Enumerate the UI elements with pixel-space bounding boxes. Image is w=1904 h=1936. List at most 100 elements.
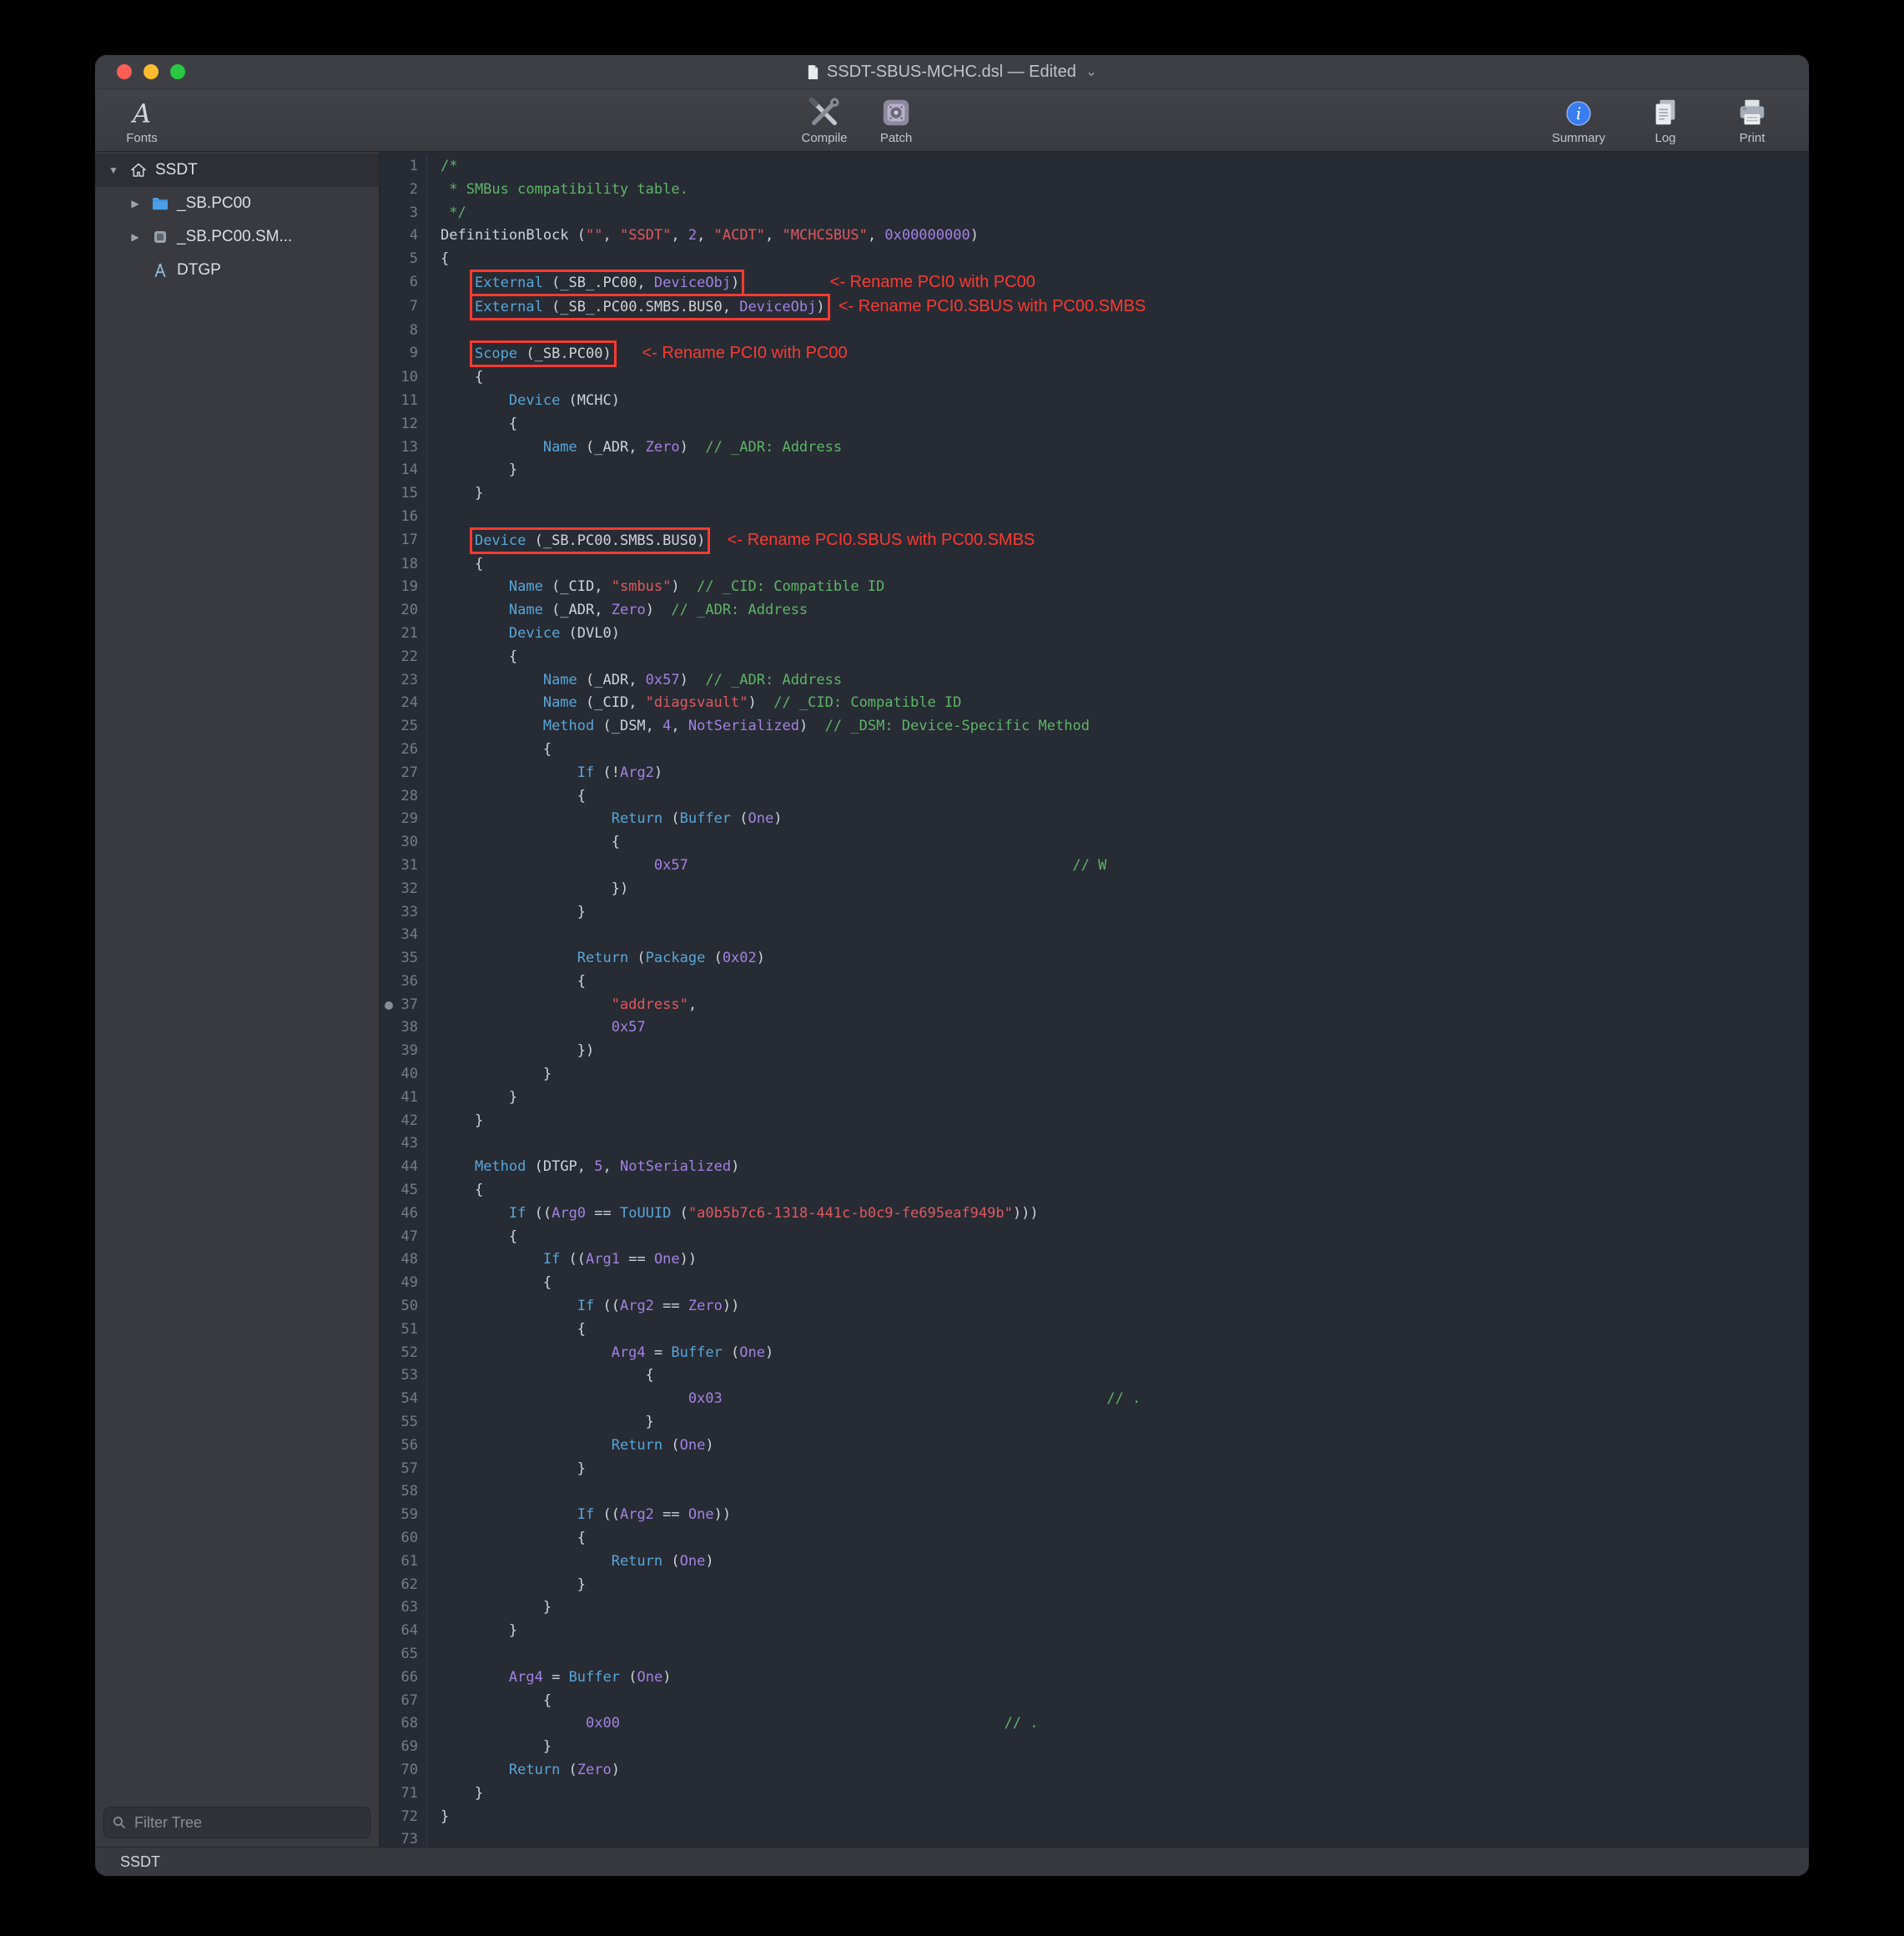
- code-token: [705, 532, 722, 549]
- traffic-lights: [117, 55, 185, 88]
- code-content: If ((Arg2 == Zero)): [441, 1295, 1809, 1318]
- code-line: 69 }: [380, 1736, 1809, 1759]
- line-number: 14: [380, 459, 427, 482]
- code-token: [441, 1344, 612, 1361]
- filter-tree-field[interactable]: [103, 1807, 370, 1838]
- code-token: // W: [1072, 857, 1106, 874]
- code-token: [441, 1298, 577, 1314]
- summary-button[interactable]: i Summary: [1552, 93, 1605, 145]
- code-token: {: [577, 788, 586, 804]
- code-content: Arg4 = Buffer (One): [441, 1342, 1809, 1365]
- code-token: Arg2: [620, 764, 654, 781]
- sidebar-item-label: SSDT: [155, 161, 198, 179]
- code-token: [441, 1367, 646, 1384]
- code-token: [441, 299, 475, 315]
- code-line: 29 Return (Buffer (One): [380, 808, 1809, 831]
- line-number: 20: [380, 599, 427, 623]
- fonts-button[interactable]: A Fonts: [115, 93, 169, 145]
- code-token: [441, 810, 612, 827]
- code-editor[interactable]: 1/*2 * SMBus compatibility table.3 */4De…: [380, 152, 1809, 1847]
- code-token: Return: [612, 810, 662, 827]
- code-content: Device (MCHC): [441, 390, 1809, 413]
- sidebar-item-sb-pc00-sm[interactable]: ▶_SB.PC00.SM...: [95, 220, 379, 254]
- window-title: SSDT-SBUS-MCHC.dsl — Edited: [827, 63, 1076, 82]
- line-number: 44: [380, 1156, 427, 1179]
- code-line: 18 {: [380, 553, 1809, 577]
- minimize-window-button[interactable]: [144, 64, 159, 79]
- code-token: [441, 788, 577, 804]
- code-token: ,: [603, 1158, 620, 1175]
- disclosure-triangle-icon[interactable]: ▶: [127, 231, 144, 243]
- zoom-window-button[interactable]: [170, 64, 185, 79]
- code-token: [441, 1158, 475, 1175]
- code-token: DeviceObj: [654, 275, 731, 291]
- code-token: External: [475, 299, 543, 315]
- code-token: [441, 857, 654, 874]
- red-annotation-box: Device (_SB.PC00.SMBS.BUS0): [475, 532, 705, 549]
- compile-button[interactable]: Compile: [798, 93, 851, 145]
- code-line: 17 Device (_SB.PC00.SMBS.BUS0) <- Rename…: [380, 529, 1809, 553]
- line-number: 12: [380, 413, 427, 436]
- code-token: [441, 1089, 509, 1106]
- close-window-button[interactable]: [117, 64, 132, 79]
- patch-button[interactable]: Patch: [869, 93, 923, 145]
- line-number: 49: [380, 1272, 427, 1295]
- line-number: 63: [380, 1596, 427, 1620]
- code-content: }: [441, 1411, 1809, 1434]
- line-number: 32: [380, 878, 427, 901]
- disclosure-triangle-icon[interactable]: ▶: [127, 198, 144, 209]
- code-content: 0x57: [441, 1016, 1809, 1040]
- code-content: Name (_ADR, 0x57) // _ADR: Address: [441, 669, 1809, 693]
- sidebar-item-dtgp[interactable]: DTGP: [95, 254, 379, 287]
- code-token: NotSerialized: [620, 1158, 731, 1175]
- code-line: 48 If ((Arg1 == One)): [380, 1248, 1809, 1272]
- line-number: 47: [380, 1226, 427, 1249]
- code-content: If ((Arg2 == One)): [441, 1504, 1809, 1527]
- sidebar-item-ssdt[interactable]: ▼ SSDT: [95, 154, 379, 187]
- filter-tree-input[interactable]: [133, 1813, 361, 1833]
- code-token: [612, 345, 637, 362]
- code-content: }: [441, 459, 1809, 482]
- code-token: One: [637, 1669, 662, 1686]
- code-token: [441, 392, 509, 409]
- title-chevron-icon[interactable]: ⌄: [1085, 63, 1097, 80]
- code-token: }: [543, 1599, 552, 1616]
- code-line: 55 }: [380, 1411, 1809, 1434]
- code-line: 38 0x57: [380, 1016, 1809, 1040]
- code-token: "smbus": [612, 578, 672, 595]
- log-button[interactable]: Log: [1639, 93, 1692, 145]
- code-token: ): [612, 1762, 620, 1778]
- code-token: (_SB.PC00.SMBS.BUS0): [526, 532, 705, 549]
- code-line: 7 External (_SB_.PC00.SMBS.BUS0, DeviceO…: [380, 295, 1809, 320]
- code-content: }: [441, 1086, 1809, 1110]
- code-token: {: [577, 1530, 586, 1546]
- code-token: * SMBus compatibility table.: [441, 181, 688, 198]
- code-content: Method (DTGP, 5, NotSerialized): [441, 1156, 1809, 1179]
- code-token: Zero: [646, 439, 680, 456]
- code-token: ): [705, 1437, 713, 1454]
- code-token: ): [680, 672, 706, 688]
- code-token: // _ADR: Address: [705, 672, 842, 688]
- line-number: 51: [380, 1318, 427, 1342]
- line-number: 3: [380, 202, 427, 225]
- line-number: 22: [380, 646, 427, 669]
- code-content: Return (Package (0x02): [441, 947, 1809, 971]
- code-token: DefinitionBlock (: [441, 227, 586, 244]
- print-button[interactable]: Print: [1725, 93, 1779, 145]
- line-number: 69: [380, 1736, 427, 1759]
- code-content: {: [441, 553, 1809, 577]
- code-token: // _CID: Compatible ID: [773, 694, 961, 711]
- code-token: [441, 1460, 577, 1477]
- code-line: 60 {: [380, 1527, 1809, 1550]
- code-line: 59 If ((Arg2 == One)): [380, 1504, 1809, 1527]
- code-token: Name: [509, 602, 543, 618]
- code-token: Arg0: [552, 1205, 586, 1222]
- code-token: {: [543, 1692, 552, 1709]
- code-token: "SSDT": [620, 227, 671, 244]
- code-token: Method: [543, 718, 594, 734]
- disclosure-triangle-icon[interactable]: ▼: [105, 164, 122, 176]
- code-token: "MCHCSBUS": [783, 227, 868, 244]
- home-icon: [128, 160, 149, 180]
- line-number: 25: [380, 715, 427, 739]
- sidebar-item-sb-pc00[interactable]: ▶_SB.PC00: [95, 187, 379, 220]
